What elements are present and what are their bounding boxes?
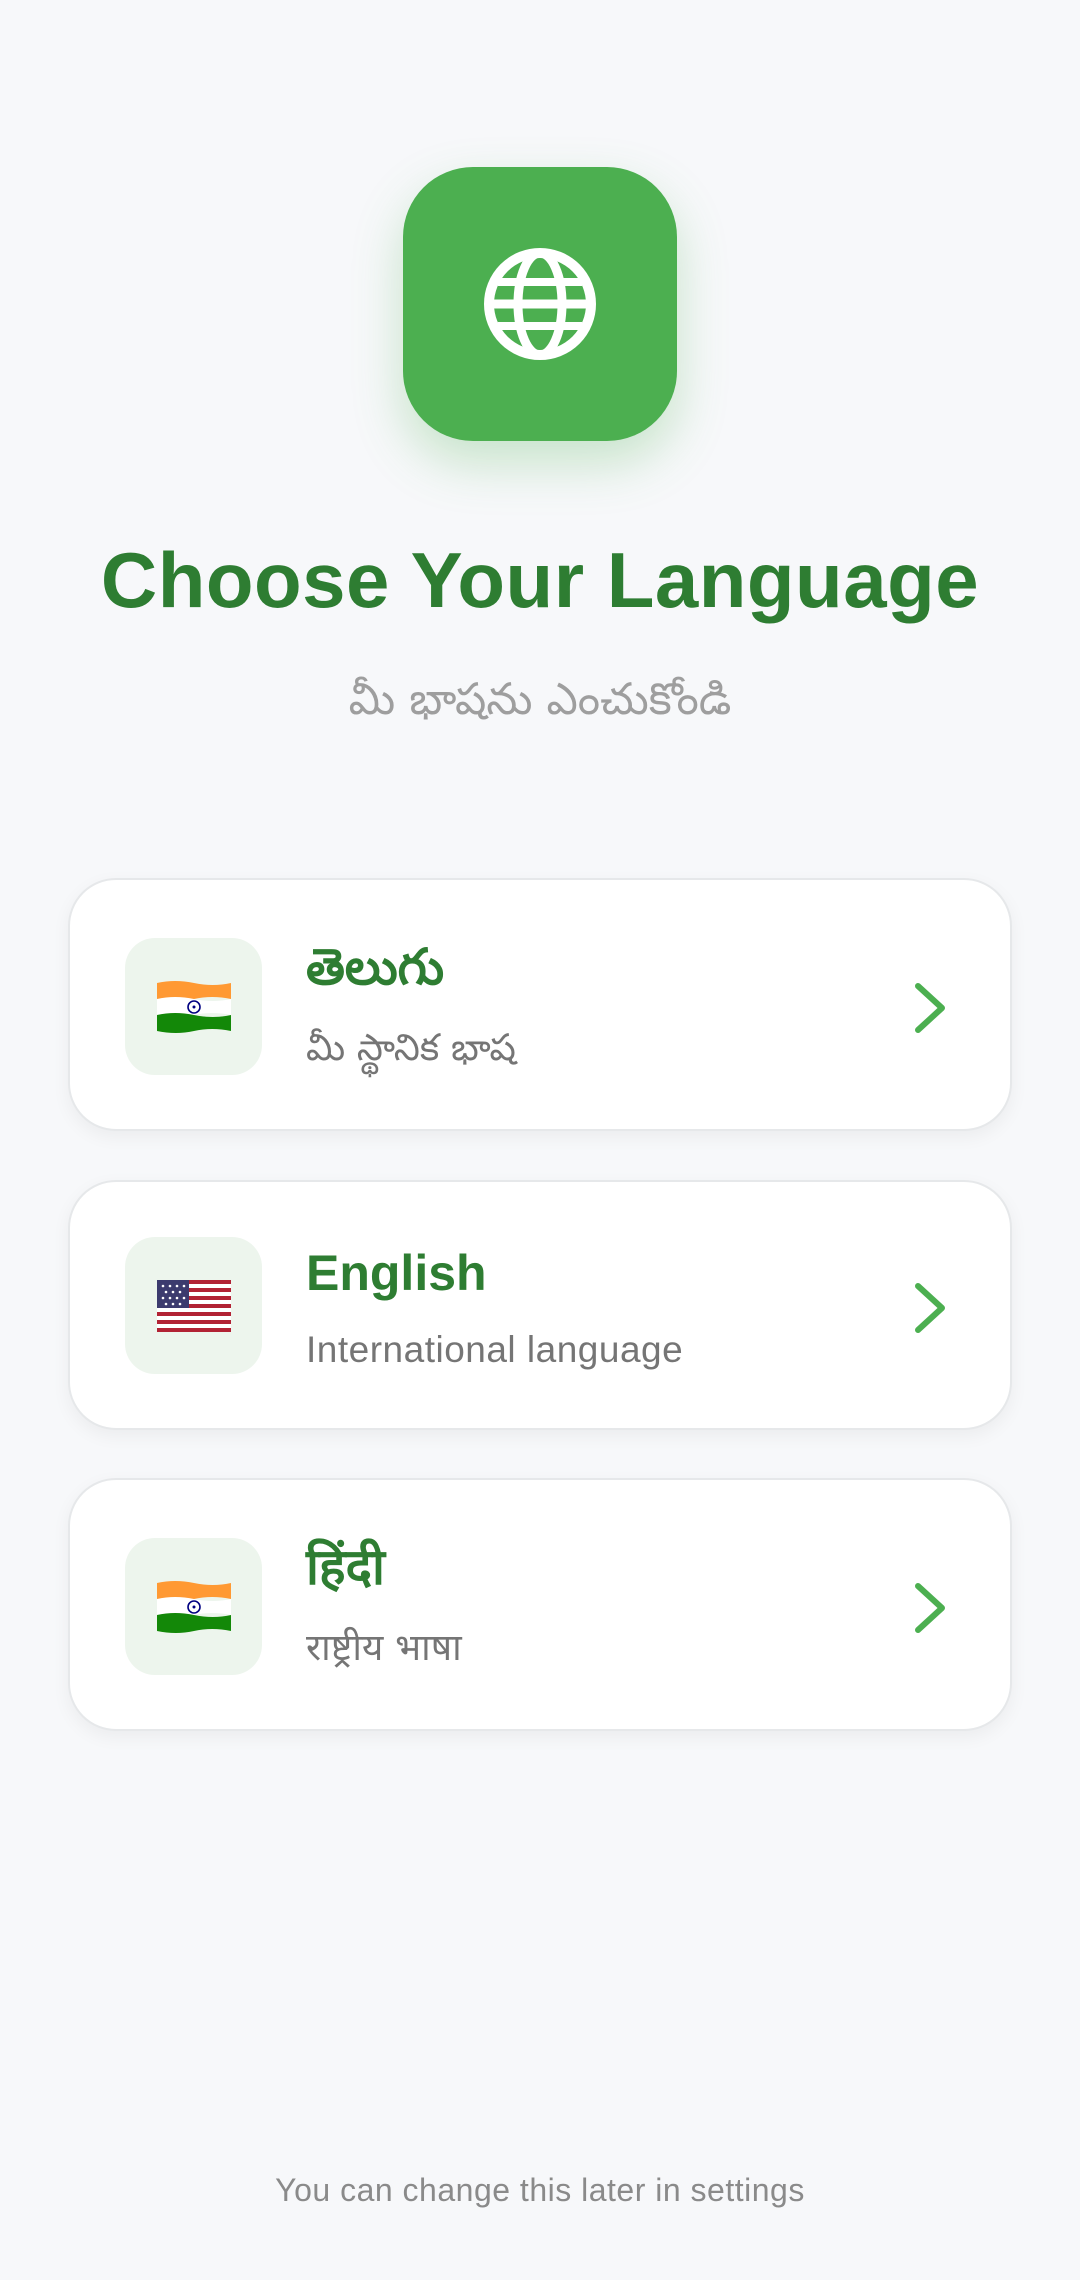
language-description: మీ స్థానిక భాష — [306, 1026, 516, 1069]
chevron-right-icon — [915, 1283, 945, 1333]
language-option-english[interactable]: English International language — [68, 1180, 1012, 1430]
page-title: Choose Your Language — [100, 536, 980, 624]
chevron-right-icon — [915, 983, 945, 1033]
flag-container — [125, 1538, 262, 1675]
flag-container — [125, 1237, 262, 1374]
language-name: English — [306, 1245, 487, 1301]
language-description: International language — [306, 1329, 684, 1370]
language-option-telugu[interactable]: తెలుగు మీ స్థానిక భాష — [68, 878, 1012, 1131]
india-flag-icon — [156, 980, 231, 1033]
language-option-hindi[interactable]: हिंदी राष्ट्रीय भाषा — [68, 1478, 1012, 1731]
language-description: राष्ट्रीय भाषा — [306, 1626, 462, 1669]
settings-hint: You can change this later in settings — [275, 2172, 805, 2208]
page-subtitle: మీ భాషను ఎంచుకోండి — [348, 674, 732, 725]
flag-container — [125, 938, 262, 1075]
app-logo — [403, 167, 677, 441]
language-name: हिंदी — [306, 1538, 385, 1596]
globe-icon — [484, 248, 596, 360]
language-name: తెలుగు — [306, 938, 445, 996]
usa-flag-icon — [156, 1279, 231, 1332]
india-flag-icon — [156, 1580, 231, 1633]
chevron-right-icon — [915, 1583, 945, 1633]
